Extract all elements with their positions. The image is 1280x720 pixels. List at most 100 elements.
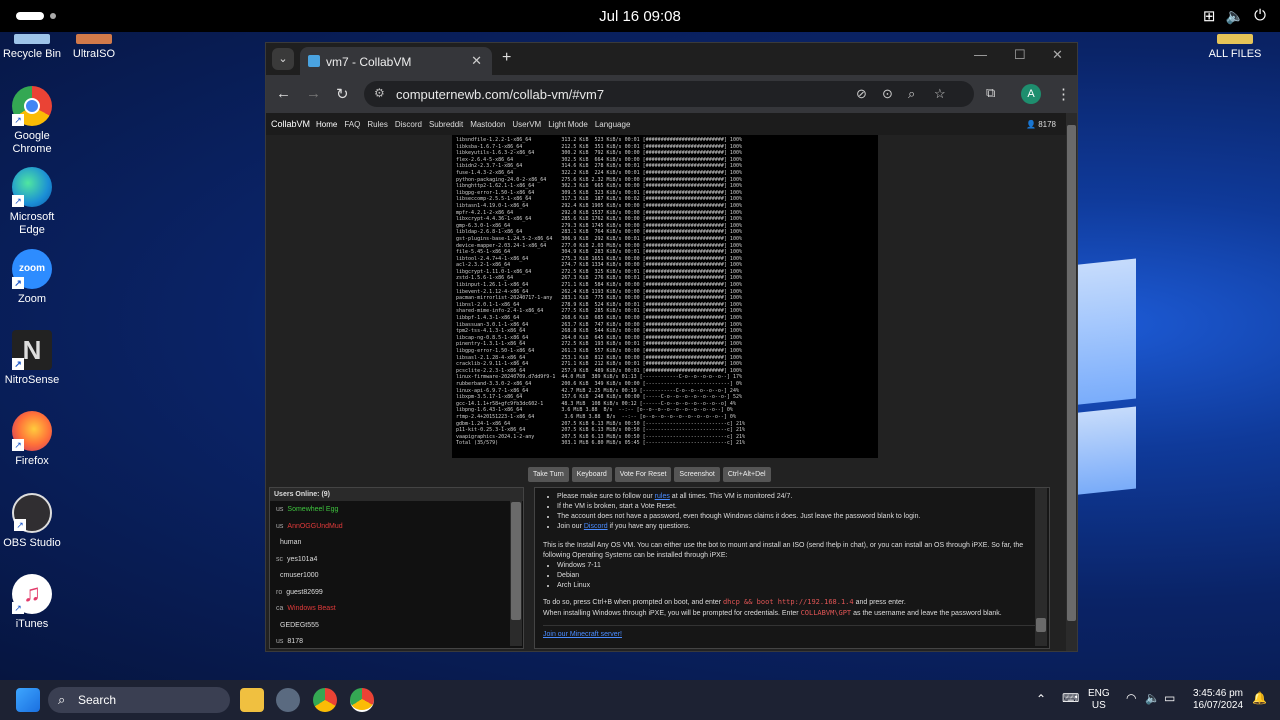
user-list-scrollbar[interactable] <box>510 488 522 646</box>
terminal-line: libassuan-3.0.1-1-x86_64 263.7 KiB 747 K… <box>456 321 742 328</box>
system-tray[interactable]: ⊞ 🔈 ⏻ <box>1203 7 1266 25</box>
user-list-item[interactable]: us Somewheel Egg <box>270 501 523 518</box>
user-list-item[interactable]: sc yes101a4 <box>270 551 523 568</box>
terminal-line: libgpg-error-1.50-1-x86_64 261.3 KiB 557… <box>456 348 742 354</box>
user-list-item[interactable]: ca Windows Beast <box>270 600 523 617</box>
chat-rule-item: The account does not have a password, ev… <box>557 512 1041 522</box>
volume-icon[interactable]: 🔈 <box>1145 691 1160 705</box>
minimize-icon[interactable]: — <box>974 47 987 62</box>
eye-off-icon[interactable]: ⊘ <box>856 86 867 102</box>
wifi-icon[interactable]: ◠ <box>1126 691 1136 705</box>
new-tab-button[interactable]: + <box>502 49 511 67</box>
os-list: Windows 7-11DebianArch Linux <box>543 561 1041 591</box>
address-bar[interactable]: ⚙ computernewb.com/collab-vm/#vm7 ⊘ ⊙ ⌕ … <box>364 81 974 107</box>
user-list-item[interactable]: us AnnOGGUndMud <box>270 518 523 535</box>
nav-home[interactable]: Home <box>316 120 337 129</box>
close-tab-icon[interactable]: ✕ <box>471 53 482 69</box>
desktop-icon-label: ALL FILES <box>1208 48 1262 60</box>
desktop-icon-all-files[interactable]: ALL FILES <box>1203 34 1267 61</box>
chat-rule-item: Please make sure to follow our rules at … <box>557 492 1041 502</box>
network-icon[interactable]: ⊞ <box>1203 7 1216 25</box>
user-list-item[interactable]: human <box>270 534 523 551</box>
tab-vm7[interactable]: vm7 - CollabVM ✕ <box>300 47 492 75</box>
nav-discord[interactable]: Discord <box>395 120 422 129</box>
windows-logo-graphic <box>1070 258 1140 496</box>
user-list-item[interactable]: GEDEGt555 <box>270 617 523 634</box>
notification-bell-icon[interactable]: 🔔 <box>1252 691 1267 705</box>
collabvm-brand[interactable]: CollabVM <box>271 119 310 129</box>
chrome-profile-taskbar-icon[interactable] <box>350 688 374 712</box>
menu-kebab-icon[interactable]: ⋮ <box>1056 85 1071 103</box>
system-top-bar: Jul 16 09:08 ⊞ 🔈 ⏻ <box>0 0 1280 32</box>
take-turn-button[interactable]: Take Turn <box>528 467 569 482</box>
desktop-icon-ultraiso[interactable]: UltraISO <box>62 34 126 61</box>
nav-subreddit[interactable]: Subreddit <box>429 120 463 129</box>
firefox-icon: ↗ <box>12 411 52 451</box>
taskbar-search-box[interactable]: ⌕ Search <box>48 687 230 713</box>
forward-arrow-icon[interactable]: → <box>306 85 321 102</box>
page-scrollbar[interactable] <box>1066 113 1077 651</box>
terminal-line: cracklib-2.9.11-1-x86_64 271.1 KiB 212 K… <box>456 361 742 368</box>
nav-mastodon[interactable]: Mastodon <box>470 120 505 129</box>
desktop-icon-itunes[interactable]: ♫ ↗ iTunes <box>0 574 64 631</box>
nav-uservm[interactable]: UserVM <box>512 120 541 129</box>
user-list-item[interactable]: us 8178 <box>270 633 523 650</box>
terminal-line: libgcrypt-1.11.0-1-x86_64 272.5 KiB 325 … <box>456 268 742 275</box>
top-clock[interactable]: Jul 16 09:08 <box>0 8 1280 25</box>
nav-faq[interactable]: FAQ <box>344 120 360 129</box>
user-list-item[interactable]: cmuser1000 <box>270 567 523 584</box>
desktop-icon-label: UltraISO <box>72 48 116 60</box>
minecraft-link[interactable]: Join our Minecraft server! <box>543 631 622 638</box>
terminal-line: gst-plugins-base-1.24.5-2-x86_64 306.9 K… <box>456 235 742 242</box>
tab-search-button[interactable]: ⌄ <box>272 48 294 70</box>
volume-icon[interactable]: 🔈 <box>1225 7 1244 25</box>
site-info-icon[interactable]: ⚙ <box>374 86 385 100</box>
maximize-icon[interactable]: ☐ <box>1014 47 1026 63</box>
chrome-taskbar-icon[interactable] <box>313 688 337 712</box>
profile-avatar[interactable]: A <box>1021 84 1041 104</box>
desktop-icon-firefox[interactable]: ↗ Firefox <box>0 411 64 468</box>
edge-icon: ↗ <box>12 167 52 207</box>
vm-display[interactable]: libsndfile-1.2.2-1-x86_64 313.2 KiB 523 … <box>452 135 878 458</box>
start-windows-icon[interactable] <box>16 688 40 712</box>
terminal-line: flex-2.6.4-5-x86_64 302.5 KiB 664 KiB/s … <box>456 156 742 163</box>
ctrl-alt-del-button[interactable]: Ctrl+Alt+Del <box>722 467 771 482</box>
desktop-icon-nitrosense[interactable]: N ↗ NitroSense <box>0 330 64 387</box>
nav-rules[interactable]: Rules <box>367 120 387 129</box>
user-list-item[interactable]: ro guest82699 <box>270 584 523 601</box>
chat-link[interactable]: Discord <box>584 523 608 530</box>
screenshot-button[interactable]: Screenshot <box>674 467 720 482</box>
desktop-icon-obs-studio[interactable]: ↗ OBS Studio <box>0 493 64 550</box>
reload-icon[interactable]: ↻ <box>336 85 349 103</box>
nav-light-mode[interactable]: Light Mode <box>548 120 588 129</box>
chat-link[interactable]: rules <box>655 493 670 500</box>
desktop-icon-recycle-bin[interactable]: Recycle Bin <box>0 34 64 61</box>
keyboard-icon[interactable]: ⌨ <box>1062 691 1079 705</box>
power-icon[interactable]: ⏻ <box>1254 7 1266 25</box>
chat-scrollbar[interactable] <box>1035 488 1047 646</box>
file-explorer-icon[interactable] <box>240 688 264 712</box>
desktop-icon-microsoft-edge[interactable]: ↗ Microsoft Edge <box>0 167 64 237</box>
password-key-icon[interactable]: ⊙ <box>882 86 893 102</box>
language-indicator[interactable]: ENG US <box>1088 688 1110 712</box>
settings-gear-icon[interactable] <box>276 688 300 712</box>
keyboard-button[interactable]: Keyboard <box>571 467 612 482</box>
taskbar-clock[interactable]: 3:45:46 pm 16/07/2024 <box>1190 688 1246 712</box>
desktop-icon-google-chrome[interactable]: ↗ Google Chrome <box>0 86 64 156</box>
desktop-icon-zoom[interactable]: zoom ↗ Zoom <box>0 249 64 306</box>
current-user[interactable]: 👤 8178 <box>1026 120 1056 129</box>
terminal-line: libpng-1.6.43-1-x86_64 3.6 MiB 3.88 B/s … <box>456 407 733 414</box>
chat-intro: This is the Install Any OS VM. You can e… <box>543 542 1024 559</box>
close-window-icon[interactable]: ✕ <box>1052 47 1063 63</box>
vote-for-reset-button[interactable]: Vote For Reset <box>614 467 672 482</box>
bookmark-star-icon[interactable]: ☆ <box>934 86 946 102</box>
zoom-icon[interactable]: ⌕ <box>908 86 915 102</box>
user-list: us Somewheel Egg us AnnOGGUndMud human sc yes1… <box>270 501 523 650</box>
nav-language[interactable]: Language <box>595 120 631 129</box>
show-hidden-icons-chevron-icon[interactable]: ⌃ <box>1036 692 1046 706</box>
terminal-line: libxcrypt-4.4.36-1-x86_64 285.6 KiB 1762… <box>456 216 742 223</box>
extensions-icon[interactable]: ⧉ <box>986 85 995 101</box>
tab-strip: ⌄ vm7 - CollabVM ✕ + — ☐ ✕ <box>266 43 1077 75</box>
back-arrow-icon[interactable]: ← <box>276 85 291 102</box>
battery-icon[interactable]: ▭ <box>1164 691 1175 705</box>
